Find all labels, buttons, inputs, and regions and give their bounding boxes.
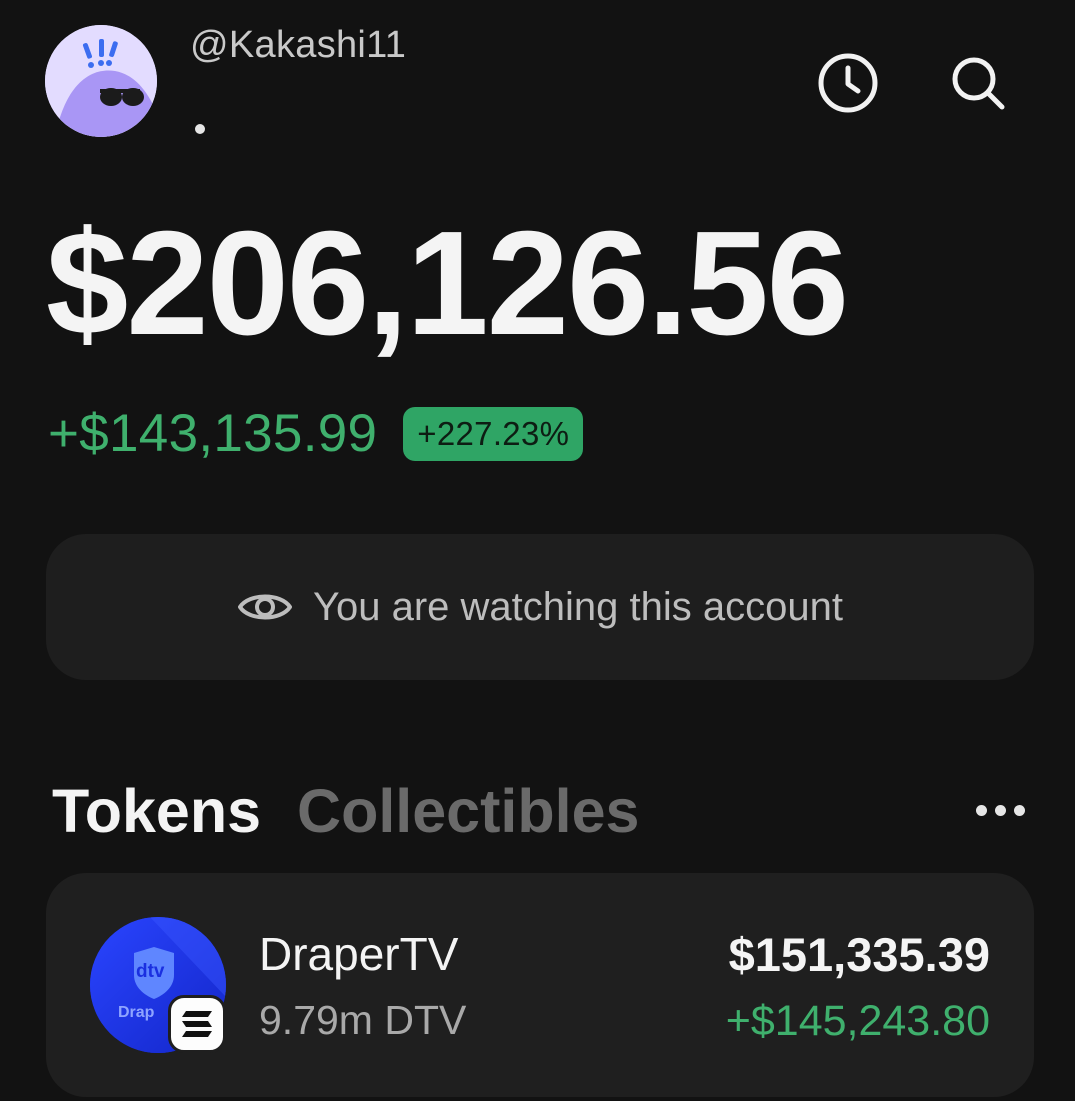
- more-horizontal-icon: [975, 804, 987, 816]
- token-change: +$145,243.80: [725, 997, 990, 1045]
- asset-tabs: Tokens Collectibles: [52, 776, 639, 846]
- username: @Kakashi11: [190, 24, 407, 66]
- total-balance: $206,126.56: [46, 201, 849, 366]
- logo-text-bottom: Drap: [118, 1004, 155, 1021]
- clock-icon: [818, 53, 878, 113]
- balance-change-percent-badge: +227.23%: [403, 406, 584, 461]
- more-dot: [994, 804, 1006, 816]
- history-button[interactable]: [815, 50, 881, 116]
- solana-chain-icon: [182, 1011, 212, 1037]
- more-options-button[interactable]: [960, 790, 1040, 830]
- more-dot: [1013, 804, 1025, 816]
- search-icon: [952, 57, 1005, 110]
- tab-collectibles[interactable]: Collectibles: [297, 776, 639, 846]
- tab-tokens[interactable]: Tokens: [52, 776, 261, 846]
- watching-account-text: You are watching this account: [313, 584, 843, 629]
- eye-icon: [238, 594, 292, 620]
- solana-chain-badge: [168, 995, 226, 1053]
- balance-change-row: +$143,135.99 +227.23%: [48, 403, 584, 464]
- token-amount: 9.79m DTV: [259, 997, 467, 1043]
- balance-change-amount: +$143,135.99: [48, 404, 378, 463]
- token-list-item[interactable]: dtv Drap DraperTV 9.79m DTV $151,335.39 …: [46, 873, 1034, 1097]
- token-value: $151,335.39: [728, 928, 990, 981]
- wallet-screen: @Kakashi11 $206,126.56 +$143,135.99 +227…: [0, 0, 1075, 1101]
- token-name: DraperTV: [259, 928, 459, 980]
- watching-account-banner: You are watching this account: [46, 534, 1034, 680]
- status-dot: [195, 124, 205, 134]
- mascot-avatar-icon: [45, 25, 157, 137]
- logo-text-top: dtv: [136, 961, 165, 982]
- avatar[interactable]: [45, 25, 157, 137]
- search-button[interactable]: [945, 50, 1011, 116]
